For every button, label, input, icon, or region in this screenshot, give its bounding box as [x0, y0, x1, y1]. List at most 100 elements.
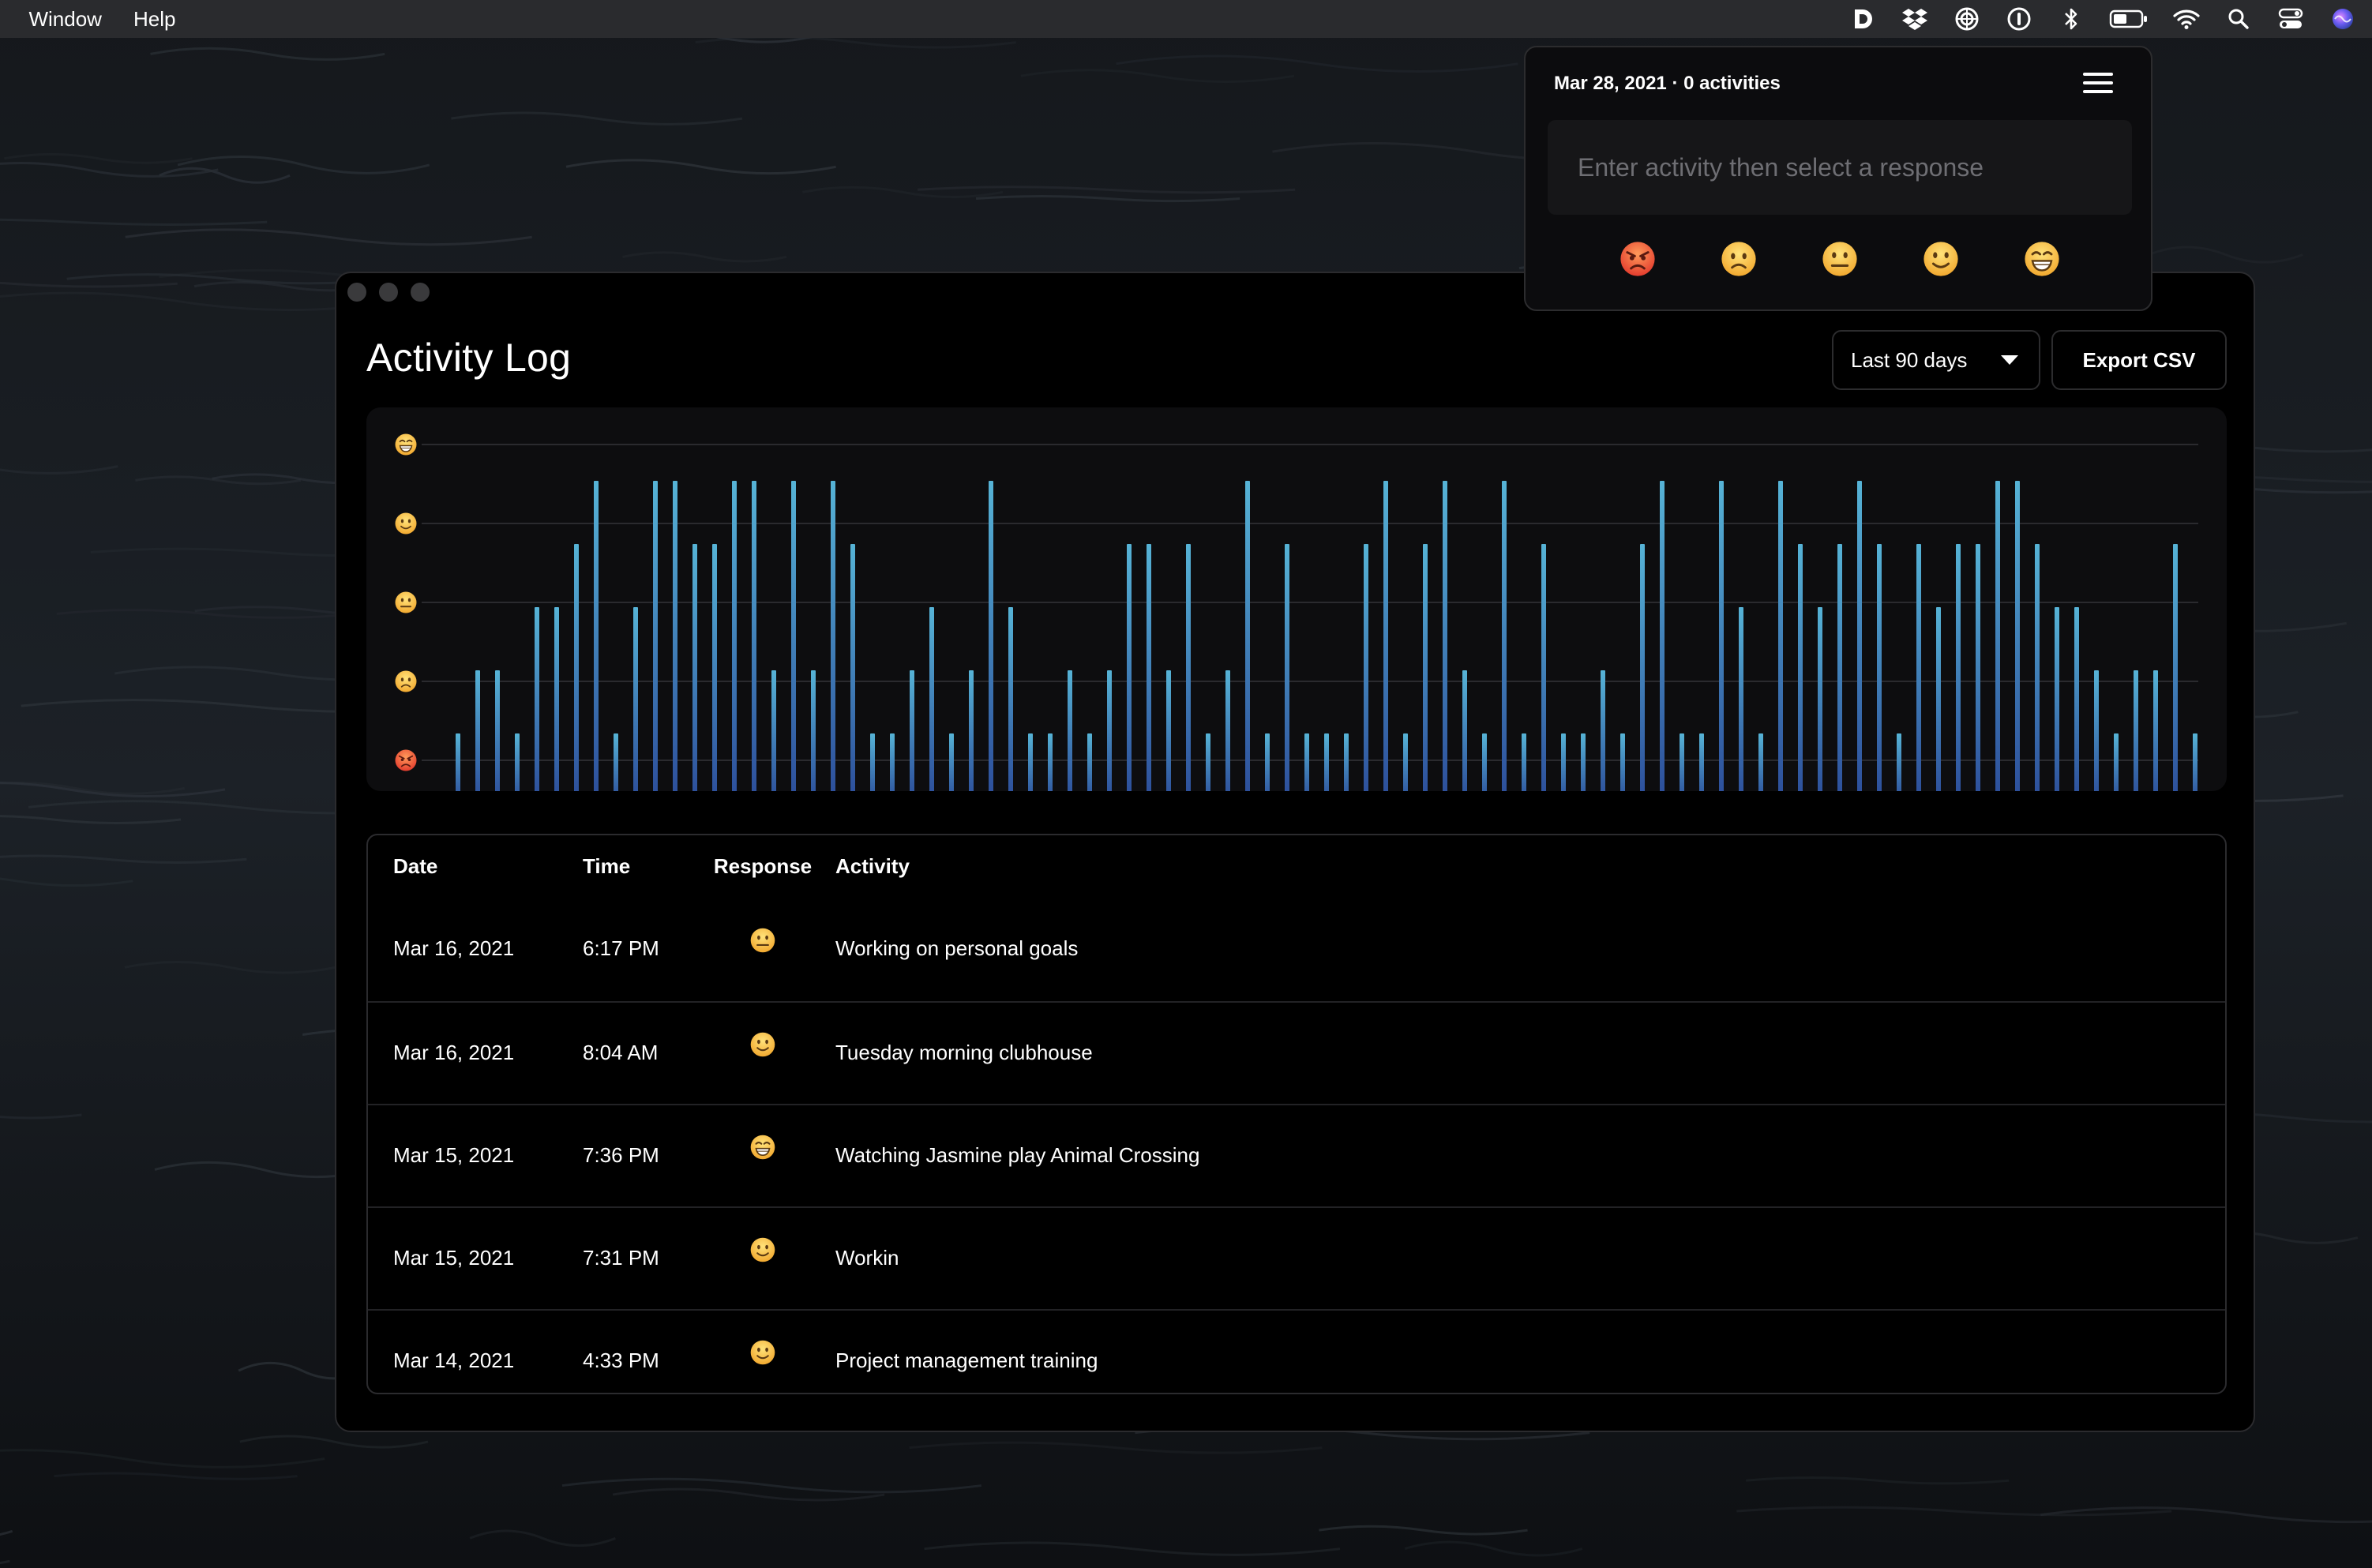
chart-bar[interactable]	[554, 607, 559, 791]
chart-bar[interactable]	[1324, 733, 1329, 791]
chart-bar[interactable]	[456, 733, 460, 791]
response-button-frown[interactable]	[1720, 240, 1758, 278]
chart-bar[interactable]	[712, 544, 717, 791]
chart-bar[interactable]	[1147, 544, 1151, 791]
column-header-time[interactable]: Time	[583, 854, 630, 879]
chart-bar[interactable]	[515, 733, 520, 791]
chart-bar[interactable]	[1107, 670, 1112, 791]
hamburger-menu-icon[interactable]	[2083, 71, 2115, 96]
chart-bar[interactable]	[870, 733, 875, 791]
chart-bar[interactable]	[1561, 733, 1566, 791]
onepassword-icon[interactable]	[2004, 4, 2034, 34]
chart-bar[interactable]	[2094, 670, 2099, 791]
chart-bar[interactable]	[1482, 733, 1487, 791]
chart-bar[interactable]	[673, 481, 677, 791]
chart-bar[interactable]	[910, 670, 914, 791]
chart-bar[interactable]	[1719, 481, 1724, 791]
chart-bar[interactable]	[495, 670, 500, 791]
chart-bar[interactable]	[890, 733, 895, 791]
chart-bar[interactable]	[1304, 733, 1309, 791]
chart-bar[interactable]	[2035, 544, 2040, 791]
chart-bar[interactable]	[1127, 544, 1132, 791]
chart-bar[interactable]	[1897, 733, 1901, 791]
chart-bar[interactable]	[1857, 481, 1862, 791]
table-row[interactable]: Mar 16, 2021 6:17 PM Working on personal g…	[368, 898, 2225, 1001]
chart-bar[interactable]	[1601, 670, 1605, 791]
column-header-activity[interactable]: Activity	[835, 854, 910, 879]
zoom-button[interactable]	[411, 283, 430, 302]
chart-bar[interactable]	[614, 733, 618, 791]
chart-bar[interactable]	[969, 670, 974, 791]
column-header-date[interactable]: Date	[393, 854, 437, 879]
chart-bar[interactable]	[1186, 544, 1191, 791]
chart-bar[interactable]	[633, 607, 638, 791]
chart-bar[interactable]	[1383, 481, 1388, 791]
control-center-icon[interactable]	[2276, 4, 2306, 34]
chart-bar[interactable]	[1778, 481, 1783, 791]
chart-bar[interactable]	[1285, 544, 1289, 791]
chart-bar[interactable]	[1995, 481, 2000, 791]
chart-bar[interactable]	[1680, 733, 1684, 791]
vpn-icon[interactable]	[1952, 4, 1982, 34]
chart-bar[interactable]	[850, 544, 855, 791]
search-icon[interactable]	[2224, 4, 2254, 34]
chart-bar[interactable]	[752, 481, 756, 791]
table-row[interactable]: Mar 16, 2021 8:04 AM Tuesday morning clubh…	[368, 1001, 2225, 1104]
chart-bar[interactable]	[831, 481, 835, 791]
chart-bar[interactable]	[1364, 544, 1368, 791]
wifi-icon[interactable]	[2171, 4, 2201, 34]
chart-bar[interactable]	[989, 481, 993, 791]
chart-bar[interactable]	[1048, 733, 1053, 791]
chart-bar[interactable]	[1443, 481, 1447, 791]
chart-bar[interactable]	[1008, 607, 1013, 791]
chart-bar[interactable]	[1502, 481, 1507, 791]
response-button-neutral[interactable]	[1821, 240, 1859, 278]
response-button-angry[interactable]	[1619, 240, 1657, 278]
chart-bar[interactable]	[1916, 544, 1921, 791]
chart-bar[interactable]	[1522, 733, 1526, 791]
dropbox-icon[interactable]	[1900, 4, 1930, 34]
chart-bar[interactable]	[2114, 733, 2119, 791]
chart-bar[interactable]	[791, 481, 796, 791]
chart-bar[interactable]	[1068, 670, 1072, 791]
chart-bar[interactable]	[1956, 544, 1961, 791]
chart-bar[interactable]	[1462, 670, 1467, 791]
response-button-grin[interactable]	[2023, 240, 2061, 278]
chart-bar[interactable]	[811, 670, 816, 791]
chart-bar[interactable]	[1344, 733, 1349, 791]
menu-window[interactable]: Window	[13, 0, 117, 38]
chart-bar[interactable]	[1936, 607, 1941, 791]
chart-bar[interactable]	[1206, 733, 1210, 791]
chart-bar[interactable]	[1798, 544, 1803, 791]
chart-bar[interactable]	[692, 544, 697, 791]
chart-bar[interactable]	[1087, 733, 1092, 791]
chart-bar[interactable]	[1403, 733, 1408, 791]
chart-bar[interactable]	[1620, 733, 1625, 791]
column-header-response[interactable]: Response	[707, 854, 818, 879]
table-row[interactable]: Mar 15, 2021 7:31 PM Workin	[368, 1206, 2225, 1309]
chart-bar[interactable]	[1739, 607, 1743, 791]
chart-bar[interactable]	[535, 607, 539, 791]
chart-bar[interactable]	[1245, 481, 1250, 791]
chart-bar[interactable]	[1758, 733, 1763, 791]
activity-input[interactable]	[1548, 120, 2132, 215]
chart-bar[interactable]	[475, 670, 480, 791]
chart-bar[interactable]	[1976, 544, 1980, 791]
chart-bar[interactable]	[929, 607, 934, 791]
menu-go[interactable]: o	[0, 0, 13, 38]
chart-bar[interactable]	[2055, 607, 2059, 791]
bluetooth-icon[interactable]	[2056, 4, 2086, 34]
table-row[interactable]: Mar 15, 2021 7:36 PM Watching Jasmine play…	[368, 1104, 2225, 1206]
response-button-smile[interactable]	[1922, 240, 1960, 278]
chart-bar[interactable]	[1837, 544, 1842, 791]
table-row[interactable]: Mar 14, 2021 4:33 PM Project management tr…	[368, 1309, 2225, 1393]
chart-bar[interactable]	[1818, 607, 1822, 791]
chart-bar[interactable]	[1640, 544, 1645, 791]
chart-bar[interactable]	[2153, 670, 2158, 791]
chart-bar[interactable]	[1265, 733, 1270, 791]
chart-bar[interactable]	[1166, 670, 1171, 791]
chart-bar[interactable]	[2015, 481, 2020, 791]
chart-bar[interactable]	[653, 481, 658, 791]
chart-bar[interactable]	[2134, 670, 2138, 791]
chart-bar[interactable]	[1225, 670, 1230, 791]
